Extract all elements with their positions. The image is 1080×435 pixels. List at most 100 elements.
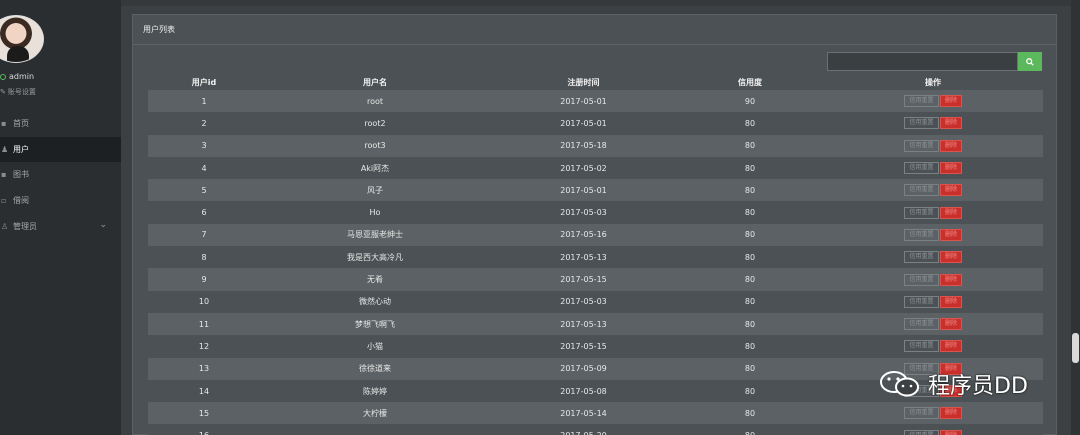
username-label: admin bbox=[9, 72, 35, 81]
search-icon bbox=[1026, 57, 1034, 66]
table-row: 6 Ho 2017-05-03 80 信用重置 删除 bbox=[148, 201, 1043, 224]
sidebar-item-borrow[interactable]: ▫ 借阅 bbox=[0, 188, 121, 214]
reset-credit-button[interactable]: 信用重置 bbox=[904, 162, 939, 175]
cell-credit: 80 bbox=[744, 185, 756, 195]
cell-register-time: 2017-05-09 bbox=[560, 364, 607, 374]
cell-credit: 80 bbox=[744, 297, 756, 307]
reset-credit-button[interactable]: 信用重置 bbox=[904, 407, 939, 420]
cell-register-time: 2017-05-16 bbox=[560, 230, 607, 240]
cell-user-id: 8 bbox=[201, 252, 207, 262]
delete-user-button[interactable]: 删除 bbox=[940, 228, 962, 241]
cell-actions: 信用重置删除 bbox=[823, 335, 1043, 357]
column-header-username: 用户名 bbox=[363, 77, 387, 87]
cell-register-time: 2017-05-15 bbox=[560, 275, 607, 285]
cell-register-time: 2017-05-15 bbox=[560, 341, 607, 351]
reset-credit-button[interactable]: 信用重置 bbox=[904, 273, 939, 286]
cell-credit: 80 bbox=[744, 364, 756, 374]
reset-credit-button[interactable]: 信用重置 bbox=[904, 95, 939, 108]
table-row: 3 root3 2017-05-18 80 信用重置 删除 bbox=[148, 134, 1043, 157]
cell-actions: 信用重置删除 bbox=[823, 90, 1043, 112]
cell-username: root bbox=[366, 96, 384, 106]
reset-credit-button[interactable]: 信用重置 bbox=[904, 340, 939, 353]
table-row: 2 root2 2017-05-01 80 信用重置 删除 bbox=[148, 112, 1043, 135]
cell-user-id: 6 bbox=[201, 208, 207, 218]
table-row: 4 Aki阿杰 2017-05-02 80 信用重置 删除 bbox=[148, 156, 1043, 180]
sidebar-item-home[interactable]: ▪ 首页 bbox=[0, 111, 121, 137]
cell-username: Ho bbox=[369, 208, 381, 218]
delete-user-button[interactable]: 删除 bbox=[940, 318, 962, 331]
reset-credit-button[interactable]: 信用重置 bbox=[904, 251, 939, 264]
cell-register-time: 2017-05-02 bbox=[560, 163, 607, 173]
cell-credit: 80 bbox=[744, 319, 756, 329]
cell-username: 无肴 bbox=[367, 275, 383, 285]
table-header-row: 用户id 用户名 注册时间 信用度 操作 bbox=[148, 74, 1043, 90]
avatar[interactable] bbox=[0, 15, 44, 63]
cell-credit: 80 bbox=[744, 275, 756, 285]
cell-actions: 信用重置删除 bbox=[823, 313, 1043, 335]
cell-register-time: 2017-05-18 bbox=[560, 141, 607, 151]
cell-user-id: 1 bbox=[201, 96, 207, 106]
table-row: 10 微然心动 2017-05-03 80 信用重置 删除 bbox=[148, 290, 1043, 313]
delete-user-button[interactable]: 删除 bbox=[940, 251, 962, 264]
cell-register-time: 2017-05-13 bbox=[560, 319, 607, 329]
account-settings-link[interactable]: ✎ 账号设置 bbox=[0, 87, 36, 97]
cell-credit: 80 bbox=[744, 208, 756, 218]
cell-user-id: 16 bbox=[148, 424, 260, 435]
sidebar-item-label: 管理员 bbox=[13, 221, 37, 231]
delete-user-button[interactable]: 删除 bbox=[940, 206, 962, 219]
cell-actions: 信用重置删除 bbox=[823, 291, 1043, 313]
reset-credit-button[interactable]: 信用重置 bbox=[904, 206, 939, 219]
delete-user-button[interactable]: 删除 bbox=[940, 162, 962, 175]
delete-user-button[interactable]: 删除 bbox=[940, 117, 962, 130]
cell-user-id: 15 bbox=[198, 408, 210, 418]
reset-credit-button[interactable]: 信用重置 bbox=[904, 117, 939, 130]
reset-credit-button[interactable]: 信用重置 bbox=[904, 184, 939, 197]
scrollbar[interactable] bbox=[1071, 0, 1080, 435]
cell-username: 大柠檬 bbox=[363, 408, 387, 418]
search-button[interactable] bbox=[1018, 52, 1042, 71]
sidebar-nav: ▪ 首页 ♟ 用户 ▪ 图书 ▫ 借阅 ♙ 管理员 ⌄ bbox=[0, 111, 121, 239]
top-bar bbox=[121, 0, 1080, 6]
delete-user-button[interactable]: 删除 bbox=[940, 407, 962, 420]
user-icon: ♟ bbox=[1, 144, 9, 154]
reset-credit-button[interactable]: 信用重置 bbox=[904, 139, 939, 152]
delete-user-button[interactable]: 删除 bbox=[940, 139, 962, 152]
scrollbar-thumb[interactable] bbox=[1072, 333, 1079, 363]
sidebar-item-users[interactable]: ♟ 用户 bbox=[0, 136, 121, 163]
cell-user-id: 5 bbox=[201, 185, 207, 195]
cell-username: 马恩亚服老绅士 bbox=[347, 230, 403, 240]
cell-register-time: 2017-05-01 bbox=[560, 96, 607, 106]
reset-credit-button[interactable]: 信用重置 bbox=[904, 295, 939, 308]
delete-user-button[interactable]: 删除 bbox=[940, 340, 962, 353]
cell-register-time: 2017-05-03 bbox=[560, 297, 607, 307]
profile-section: admin ✎ 账号设置 bbox=[0, 0, 121, 111]
reset-credit-button[interactable]: 信用重置 bbox=[904, 318, 939, 331]
cell-actions: 信用重置删除 bbox=[823, 224, 1043, 246]
cell-actions: 信用重置删除 bbox=[823, 201, 1043, 223]
cell-credit: 80 bbox=[744, 163, 756, 173]
delete-user-button[interactable]: 删除 bbox=[940, 95, 962, 108]
reset-credit-button[interactable]: 信用重置 bbox=[904, 429, 939, 435]
sidebar-item-label: 图书 bbox=[13, 170, 29, 180]
table-row: 12 小猫 2017-05-15 80 信用重置 删除 bbox=[148, 335, 1043, 358]
search-input[interactable] bbox=[827, 52, 1018, 71]
reset-credit-button[interactable]: 信用重置 bbox=[904, 228, 939, 241]
cell-register-time: 2017-05-01 bbox=[560, 118, 607, 128]
cell-actions: 信用重置删除 bbox=[823, 424, 1043, 435]
delete-user-button[interactable]: 删除 bbox=[940, 295, 962, 308]
delete-user-button[interactable]: 删除 bbox=[940, 184, 962, 197]
sidebar-item-admin[interactable]: ♙ 管理员 ⌄ bbox=[0, 213, 121, 239]
table-row: 5 风子 2017-05-01 80 信用重置 删除 bbox=[148, 179, 1043, 202]
cell-user-id: 4 bbox=[201, 163, 207, 173]
cell-username: 我是西大高冷凡 bbox=[347, 252, 403, 262]
cell-username: 微然心动 bbox=[359, 297, 391, 307]
cell-credit: 80 bbox=[744, 252, 756, 262]
delete-user-button[interactable]: 删除 bbox=[940, 429, 962, 435]
cell-register-time: 2017-05-14 bbox=[560, 408, 607, 418]
delete-user-button[interactable]: 删除 bbox=[940, 273, 962, 286]
sidebar-item-books[interactable]: ▪ 图书 bbox=[0, 162, 121, 188]
cell-user-id: 13 bbox=[198, 364, 210, 374]
chevron-down-icon[interactable]: ⌄ bbox=[99, 220, 107, 230]
watermark-text: 程序员DD bbox=[928, 374, 1028, 399]
online-status-icon bbox=[0, 73, 6, 80]
